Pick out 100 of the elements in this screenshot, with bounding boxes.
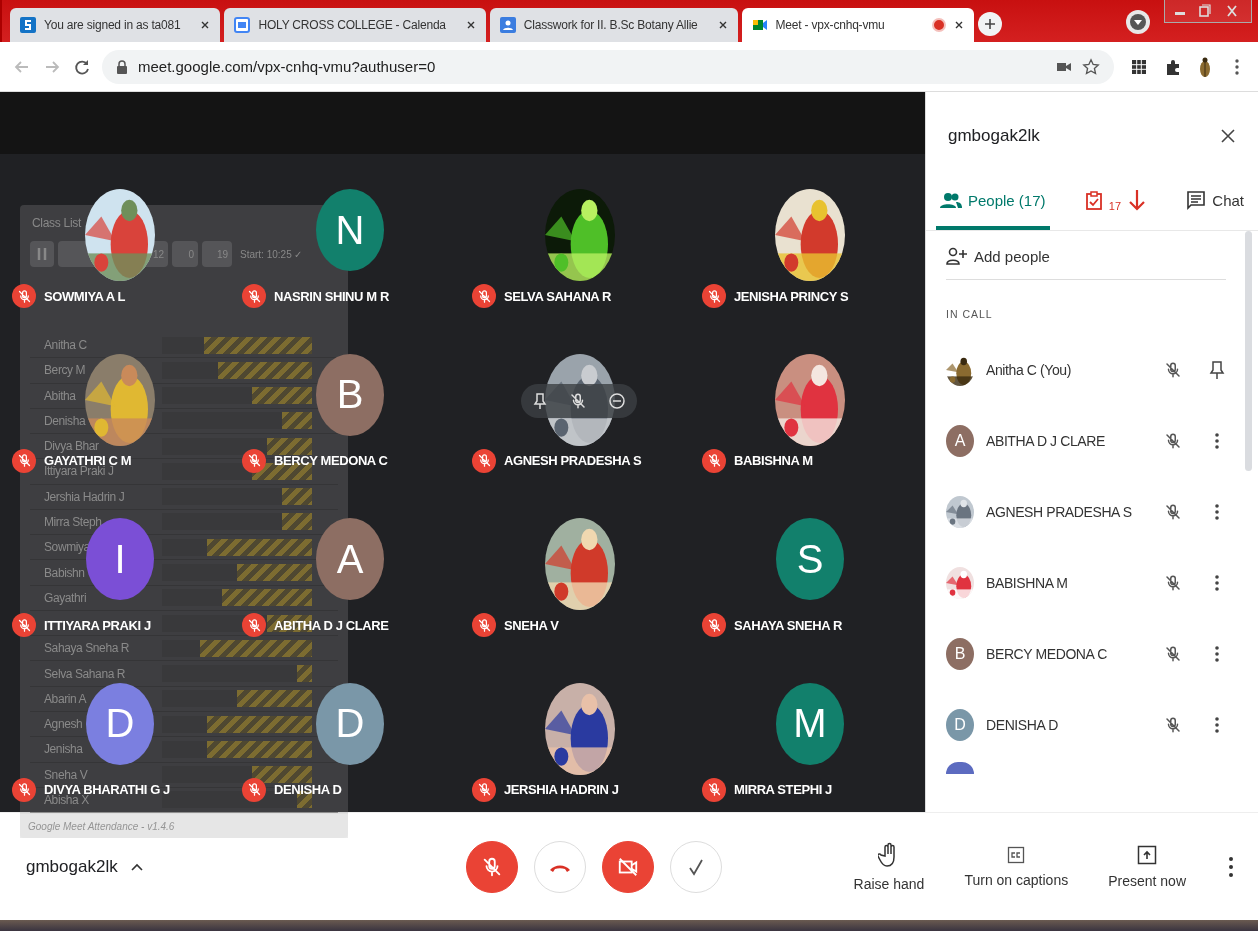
action-button[interactable]: Turn on captions bbox=[964, 845, 1069, 888]
present-icon bbox=[1137, 844, 1158, 865]
student-name: Selva Sahana R bbox=[44, 666, 126, 681]
close-icon[interactable] bbox=[717, 20, 728, 30]
mic-off-icon bbox=[1164, 502, 1182, 521]
scrollbar[interactable] bbox=[1245, 231, 1252, 471]
avatar: B bbox=[946, 637, 974, 670]
mic-off-icon bbox=[476, 453, 492, 468]
participant-name: JENISHA PRINCY S bbox=[734, 288, 849, 304]
participant-name: SNEHA V bbox=[504, 617, 559, 633]
avatar: S bbox=[776, 518, 844, 600]
participant-name: DIVYA BHARATHI G J bbox=[44, 782, 170, 797]
mic-off-icon bbox=[246, 453, 262, 468]
student-name: Babishn bbox=[44, 565, 85, 580]
caret-icon bbox=[129, 861, 144, 872]
browser-tab[interactable]: Meet - vpx-cnhq-vmu bbox=[741, 8, 975, 42]
participant-name: SELVA SAHANA R bbox=[504, 288, 612, 304]
participant-name: AGNESH PRADESHA S bbox=[986, 503, 1133, 520]
action-button[interactable]: Raise hand bbox=[853, 841, 925, 892]
app-icon bbox=[20, 17, 36, 33]
participant-name: BABISHNA M bbox=[986, 574, 1069, 591]
participant-name: ABITHA D J CLARE bbox=[274, 617, 389, 633]
participant-name: SOWMIYA A L bbox=[44, 288, 126, 304]
url-text: meet.google.com/vpx-cnhq-vmu?authuser=0 bbox=[138, 58, 436, 75]
add-person-icon bbox=[946, 247, 968, 265]
mic-off-icon bbox=[1164, 715, 1182, 734]
mic-off-icon bbox=[476, 782, 492, 797]
pause-icon bbox=[37, 247, 47, 261]
puzzle-icon[interactable] bbox=[1164, 57, 1182, 76]
student-name: Anitha C bbox=[44, 338, 87, 353]
student-name: Divya Bhar bbox=[44, 439, 99, 454]
close-icon[interactable] bbox=[1220, 128, 1236, 144]
calendar-icon bbox=[234, 17, 251, 33]
student-name: Sneha V bbox=[44, 767, 88, 782]
student-name: Bercy M bbox=[44, 363, 86, 378]
address-bar[interactable]: meet.google.com/vpx-cnhq-vmu?authuser=0 bbox=[102, 49, 1114, 84]
session-time: Start: 10:25 ✓ bbox=[240, 248, 303, 260]
mic-off-icon bbox=[16, 782, 32, 797]
participant-name: ITTIYARA PRAKI J bbox=[44, 617, 151, 633]
person-board-icon bbox=[499, 17, 516, 33]
mic-off-icon bbox=[1164, 573, 1182, 592]
student-name: Jershia Hadrin J bbox=[44, 489, 125, 504]
mic-off-icon bbox=[706, 453, 722, 468]
clipboard-check-icon bbox=[1084, 190, 1103, 210]
new-tab-button[interactable] bbox=[978, 12, 1003, 36]
browser-tab[interactable]: HOLY CROSS COLLEGE - Calenda bbox=[224, 8, 486, 42]
down-arrow-icon bbox=[1127, 188, 1148, 212]
avatar: M bbox=[776, 682, 844, 765]
avatar: D bbox=[316, 682, 384, 765]
remove-icon[interactable] bbox=[608, 391, 627, 410]
section-heading: IN CALL bbox=[946, 307, 994, 322]
people-icon bbox=[940, 192, 962, 208]
camera-icon bbox=[751, 17, 768, 33]
avatar: B bbox=[316, 353, 384, 436]
panel-tab[interactable]: Chat bbox=[1182, 180, 1248, 230]
action-button[interactable]: Present now bbox=[1108, 844, 1186, 889]
avatar: D bbox=[86, 682, 154, 765]
mic-button[interactable] bbox=[466, 840, 518, 893]
panel-tab[interactable]: People (17) bbox=[936, 180, 1050, 230]
tab-title: HOLY CROSS COLLEGE - Calenda bbox=[258, 18, 446, 32]
mic-off-icon bbox=[569, 391, 587, 410]
participant-name: DENISHA D bbox=[274, 782, 342, 797]
profile-icon[interactable] bbox=[1126, 10, 1150, 34]
participant-name: BERCY MEDONA C bbox=[986, 645, 1108, 662]
student-name: Denisha bbox=[44, 413, 86, 428]
avatar: A bbox=[946, 424, 974, 457]
grid-icon[interactable] bbox=[1130, 57, 1148, 76]
student-name: Mirra Steph bbox=[44, 515, 102, 529]
add-people-button[interactable]: Add people bbox=[946, 231, 1226, 279]
check-icon bbox=[688, 857, 704, 876]
close-icon[interactable] bbox=[465, 20, 476, 30]
tab-title: Meet - vpx-cnhq-vmu bbox=[775, 18, 885, 32]
participant-name: BERCY MEDONA C bbox=[274, 453, 388, 468]
pin-icon[interactable] bbox=[531, 391, 548, 410]
browser-tab[interactable]: You are signed in as ta081 bbox=[10, 8, 221, 42]
meeting-code: gmbogak2lk bbox=[948, 126, 1040, 146]
class-list-title: Class List bbox=[32, 216, 81, 230]
star-icon[interactable] bbox=[1082, 57, 1100, 76]
participant-name: BABISHNA M bbox=[734, 453, 813, 468]
pin-icon[interactable] bbox=[1208, 359, 1226, 380]
participant-name: ABITHA D J CLARE bbox=[986, 432, 1106, 449]
camera-button[interactable] bbox=[602, 840, 654, 893]
student-name: Sahaya Sneha R bbox=[44, 641, 130, 656]
mic-off-icon bbox=[246, 782, 262, 797]
beetle-icon[interactable] bbox=[1198, 55, 1212, 78]
participant-name: NASRIN SHINU M R bbox=[274, 288, 389, 304]
avatar bbox=[946, 762, 974, 774]
meeting-details-button[interactable]: gmbogak2lk bbox=[26, 856, 466, 877]
lock-icon bbox=[116, 59, 128, 74]
close-icon[interactable] bbox=[954, 20, 965, 30]
participant-name: Anitha C (You) bbox=[986, 361, 1072, 378]
close-icon[interactable] bbox=[200, 20, 211, 30]
browser-tab[interactable]: Classwork for II. B.Sc Botany Allie bbox=[489, 8, 738, 42]
student-name: Gayathri bbox=[44, 590, 87, 605]
chat-icon bbox=[1186, 190, 1207, 210]
mic-off-icon bbox=[481, 855, 503, 878]
more-icon[interactable] bbox=[1226, 854, 1236, 879]
mic-off-icon bbox=[1164, 431, 1182, 450]
participant-name: MIRRA STEPHI J bbox=[734, 782, 832, 797]
panel-tab[interactable]: 17 bbox=[1080, 180, 1152, 230]
